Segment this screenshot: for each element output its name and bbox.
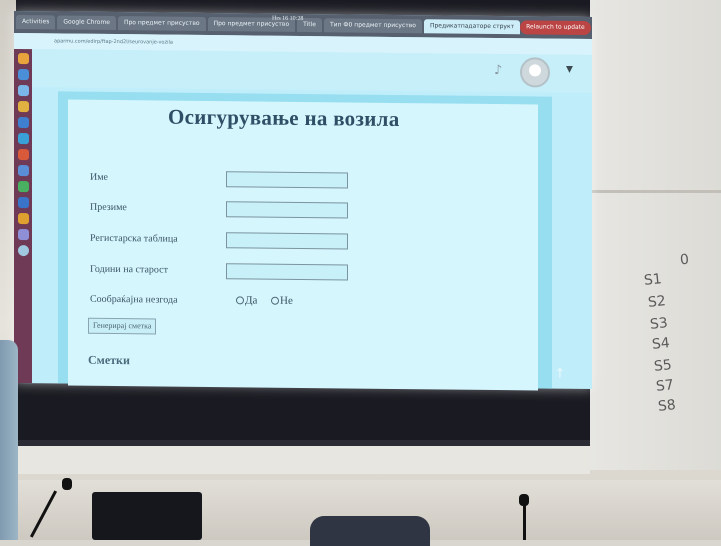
first-name-input[interactable]: [226, 171, 348, 189]
browser-tab[interactable]: Тип Ф0 предмет присуство: [324, 18, 422, 34]
whiteboard-note: S2: [647, 293, 667, 311]
last-name-label: Презиме: [90, 201, 127, 214]
last-name-input[interactable]: [226, 201, 348, 219]
whiteboard-note: S4: [651, 335, 671, 353]
age-label: Години на старост: [90, 263, 168, 276]
person-shoulder: [0, 340, 18, 540]
bell-icon[interactable]: ♪: [494, 63, 508, 78]
radio-yes-label: Да: [245, 294, 258, 307]
bills-heading: Сметки: [88, 352, 130, 368]
projected-browser: Activities Google Chrome Про предмет при…: [14, 10, 592, 391]
whiteboard: [585, 0, 721, 470]
whiteboard-note: S8: [657, 397, 677, 415]
activities-menu[interactable]: Activities: [16, 14, 56, 30]
app-icon[interactable]: [17, 101, 29, 113]
radio-yes[interactable]: [236, 296, 244, 305]
help-icon[interactable]: [17, 133, 29, 145]
app-icon[interactable]: [17, 229, 29, 241]
app-icon[interactable]: [17, 149, 29, 161]
form-card: Осигурување на возила Име Презиме Регист…: [68, 99, 538, 391]
app-icon[interactable]: [17, 197, 29, 209]
app-icon[interactable]: [17, 117, 29, 129]
whiteboard-frame: [585, 190, 721, 193]
scroll-to-top-icon[interactable]: ↑: [550, 367, 570, 385]
firefox-icon[interactable]: [17, 53, 29, 65]
whiteboard-note: S5: [653, 357, 673, 375]
browser-tab-active[interactable]: Предикатпадаторе структ: [423, 19, 521, 35]
accident-label: Сообраќајна незгода: [90, 293, 178, 306]
screen-bottom-border: [16, 440, 590, 474]
app-launcher: [14, 48, 32, 384]
system-clock: Hrs 16 10:28: [272, 15, 304, 23]
whiteboard-note: S7: [655, 377, 675, 395]
browser-app-label[interactable]: Google Chrome: [57, 15, 116, 31]
microphone-head: [62, 478, 72, 490]
microphone: [523, 505, 526, 540]
browser-tab[interactable]: Про предмет присуство: [117, 16, 206, 31]
monitor: [92, 492, 202, 540]
user-avatar-icon[interactable]: [520, 57, 550, 88]
radio-no[interactable]: [271, 296, 279, 305]
app-icon[interactable]: [17, 245, 29, 257]
app-icon[interactable]: [17, 181, 29, 193]
app-icon[interactable]: [17, 165, 29, 177]
age-input[interactable]: [226, 263, 348, 281]
page-title: Осигурување на возила: [168, 104, 400, 132]
files-icon[interactable]: [17, 85, 29, 97]
whiteboard-note: 0: [679, 251, 690, 269]
chrome-icon[interactable]: [17, 69, 29, 81]
first-name-label: Име: [90, 171, 108, 183]
plate-input[interactable]: [226, 232, 348, 250]
update-button[interactable]: Relaunch to update: [520, 20, 591, 36]
radio-no-label: Не: [280, 294, 293, 307]
app-icon[interactable]: [17, 213, 29, 225]
plate-label: Регистарска таблица: [90, 232, 178, 245]
whiteboard-note: S3: [649, 315, 669, 333]
caret-down-icon[interactable]: ▼: [566, 65, 573, 75]
bag: [310, 516, 430, 546]
microphone-head: [519, 494, 529, 506]
generate-bill-button[interactable]: Генерирај сметка: [88, 317, 157, 335]
page-header: ♪ ▼: [32, 49, 592, 94]
whiteboard-note: S1: [643, 271, 663, 289]
